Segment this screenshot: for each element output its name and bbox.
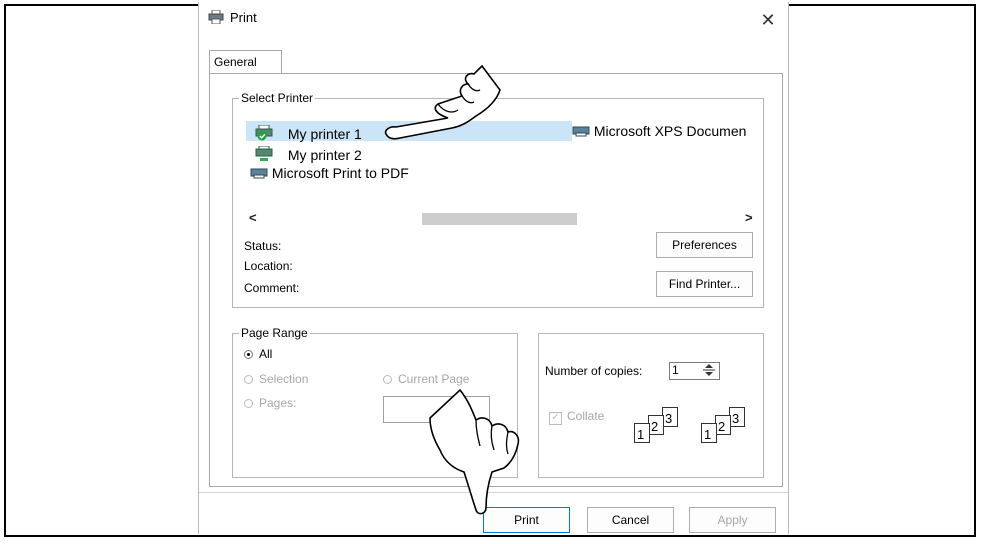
horizontal-scrollbar[interactable]: < > <box>246 209 755 226</box>
radio-all-label: All <box>259 347 273 361</box>
apply-button[interactable]: Apply <box>689 507 776 533</box>
location-label: Location: <box>244 259 293 273</box>
printer-icon <box>250 166 272 182</box>
select-printer-legend: Select Printer <box>239 91 316 105</box>
spinner-icon <box>703 364 715 376</box>
pointing-hand-icon <box>429 388 520 515</box>
sheet-2: 2 <box>715 415 731 435</box>
printer-network-icon <box>254 145 278 165</box>
scroll-left-arrow[interactable]: < <box>249 210 257 225</box>
comment-label: Comment: <box>244 281 300 295</box>
page-range-legend: Page Range <box>239 326 310 340</box>
printer-name: My printer 1 <box>287 126 362 142</box>
scrollbar-thumb[interactable] <box>422 213 577 225</box>
printer-item-my-printer-2[interactable]: My printer 2 <box>254 144 362 163</box>
radio-current-page[interactable]: Current Page <box>383 372 469 386</box>
preferences-button[interactable]: Preferences <box>656 232 753 258</box>
sheet-3: 3 <box>662 407 678 427</box>
collate-illustration-2: 3 2 1 <box>701 407 751 447</box>
printer-default-icon <box>254 124 278 144</box>
printer-name: Microsoft XPS Documen <box>593 123 747 139</box>
radio-indicator <box>383 375 392 384</box>
radio-pages[interactable]: Pages: <box>244 396 296 410</box>
printer-title-icon <box>208 9 224 27</box>
radio-indicator <box>244 375 253 384</box>
sheet-1: 1 <box>634 423 650 443</box>
radio-current-page-label: Current Page <box>398 372 470 386</box>
sheet-3: 3 <box>729 407 745 427</box>
pointing-hand-icon <box>384 64 501 140</box>
window-title: Print <box>230 10 257 25</box>
printer-item-microsoft-xps[interactable]: Microsoft XPS Documen <box>572 123 746 139</box>
copies-group: Number of copies: 1 ✓ Collate 3 2 1 3 2 … <box>538 333 764 478</box>
radio-selection[interactable]: Selection <box>244 372 308 386</box>
number-of-copies-label: Number of copies: <box>545 364 643 378</box>
cancel-button[interactable]: Cancel <box>587 507 674 533</box>
scroll-right-arrow[interactable]: > <box>745 210 753 225</box>
tab-general[interactable]: General <box>209 50 282 74</box>
status-label: Status: <box>244 239 282 253</box>
radio-selection-label: Selection <box>259 372 309 386</box>
radio-indicator <box>244 350 253 359</box>
printer-name: Microsoft Print to PDF <box>271 165 409 181</box>
copies-value: 1 <box>672 363 679 377</box>
radio-indicator <box>244 399 253 408</box>
collate-label: Collate <box>567 409 605 423</box>
radio-pages-label: Pages: <box>259 396 297 410</box>
copies-spinner[interactable] <box>700 363 718 379</box>
sheet-1: 1 <box>701 423 717 443</box>
sheet-2: 2 <box>648 415 664 435</box>
printer-name: My printer 2 <box>287 147 362 163</box>
collate-illustration-1: 3 2 1 <box>634 407 684 447</box>
radio-all[interactable]: All <box>244 347 272 361</box>
close-icon[interactable]: ✕ <box>754 10 782 32</box>
printer-icon <box>572 124 594 140</box>
collate-check-indicator: ✓ <box>549 412 562 425</box>
collate-checkbox[interactable]: ✓ Collate <box>549 409 604 425</box>
find-printer-button[interactable]: Find Printer... <box>656 271 753 297</box>
printer-item-microsoft-print-to-pdf[interactable]: Microsoft Print to PDF <box>250 165 409 181</box>
printer-item-my-printer-1[interactable]: My printer 1 <box>246 121 572 144</box>
